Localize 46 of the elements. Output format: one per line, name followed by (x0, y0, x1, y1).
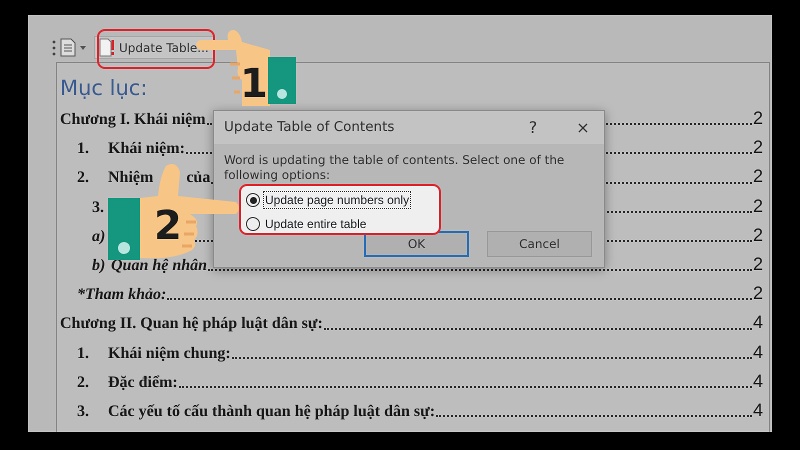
entry-number: 3. (77, 402, 90, 422)
dialog-title: Update Table of Contents (224, 118, 394, 138)
step-number: 2 (154, 206, 182, 246)
dialog-message: Word is updating the table of contents. Select one of the following options: (223, 152, 566, 183)
toc-heading: Mục lục: (60, 75, 148, 102)
entry-number: 2. (77, 168, 90, 188)
document-alert-icon (99, 38, 115, 57)
grip-icon[interactable] (52, 40, 56, 56)
page-number: 2 (752, 224, 763, 247)
cancel-button[interactable]: Cancel (487, 231, 592, 257)
entry-number: 1. (77, 344, 90, 364)
option-label: Update page numbers only (263, 191, 412, 209)
option-label: Update entire table (264, 216, 368, 233)
document-icon[interactable] (60, 38, 76, 57)
page-number: 2 (752, 165, 763, 188)
radio-button[interactable] (246, 193, 260, 207)
page-number: 2 (752, 107, 763, 130)
page-number: 4 (752, 398, 763, 422)
page-number: 4 (752, 340, 763, 364)
entry-title: Khái niệm chung: (108, 344, 231, 364)
entry-number: a) (92, 226, 106, 247)
entry-title: Nhiệm (108, 168, 154, 188)
entry-title: Đặc điểm: (108, 372, 178, 393)
entry-number: 1. (77, 139, 90, 160)
close-button[interactable]: × (570, 116, 596, 140)
entry-title: Chương II. Quan hệ pháp luật dân sự: (60, 314, 323, 334)
page-number: 2 (752, 252, 763, 276)
entry-title: Các yếu tố cấu thành quan hệ pháp luật dân sự: (108, 402, 436, 422)
page-number: 2 (752, 194, 763, 218)
page-number: 4 (752, 311, 763, 334)
radio-button[interactable] (246, 217, 260, 231)
page-number: 2 (752, 136, 763, 160)
page-number: 2 (752, 282, 763, 306)
entry-number: 3. (92, 198, 105, 218)
entry-title: Chương I. Khái niệm (60, 110, 206, 130)
entry-title: của (186, 168, 210, 188)
entry-title: Quan hệ nhân (111, 256, 208, 276)
step-number: 1 (240, 64, 268, 104)
caret-icon[interactable] (80, 46, 86, 50)
update-table-button[interactable]: Update Table... (94, 36, 214, 59)
entry-number: 2. (77, 372, 90, 393)
help-button[interactable]: ? (520, 116, 546, 140)
page-number: 4 (752, 370, 763, 393)
entry-title: Khái niệm: (108, 139, 185, 160)
entry-title: *Tham khảo: (77, 285, 166, 306)
entry-number: b) (92, 256, 106, 276)
